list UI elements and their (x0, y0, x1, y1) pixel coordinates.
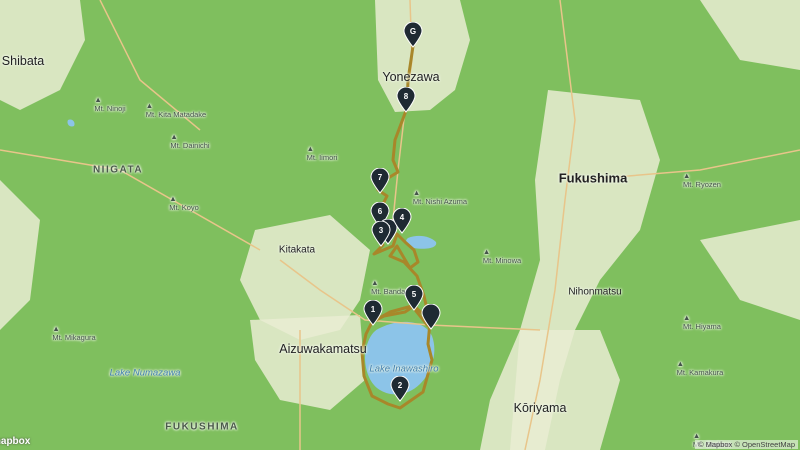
route-marker-3[interactable]: 3 (370, 221, 392, 247)
map-attribution[interactable]: © Mapbox © OpenStreetMap (695, 440, 798, 449)
route-marker-2[interactable]: 2 (389, 376, 411, 402)
mapbox-logo[interactable]: mapbox (0, 436, 30, 447)
route-marker-unlabeled[interactable] (420, 304, 442, 330)
route-marker-8[interactable]: 8 (395, 87, 417, 113)
map-canvas[interactable]: Shibata Yonezawa NIIGATA Fukushima FUKUS… (0, 0, 800, 450)
route-marker-4[interactable]: 4 (391, 208, 413, 234)
route-marker-1[interactable]: 1 (362, 300, 384, 326)
route-marker-7[interactable]: 7 (369, 168, 391, 194)
route-marker-start[interactable]: G (402, 22, 424, 48)
